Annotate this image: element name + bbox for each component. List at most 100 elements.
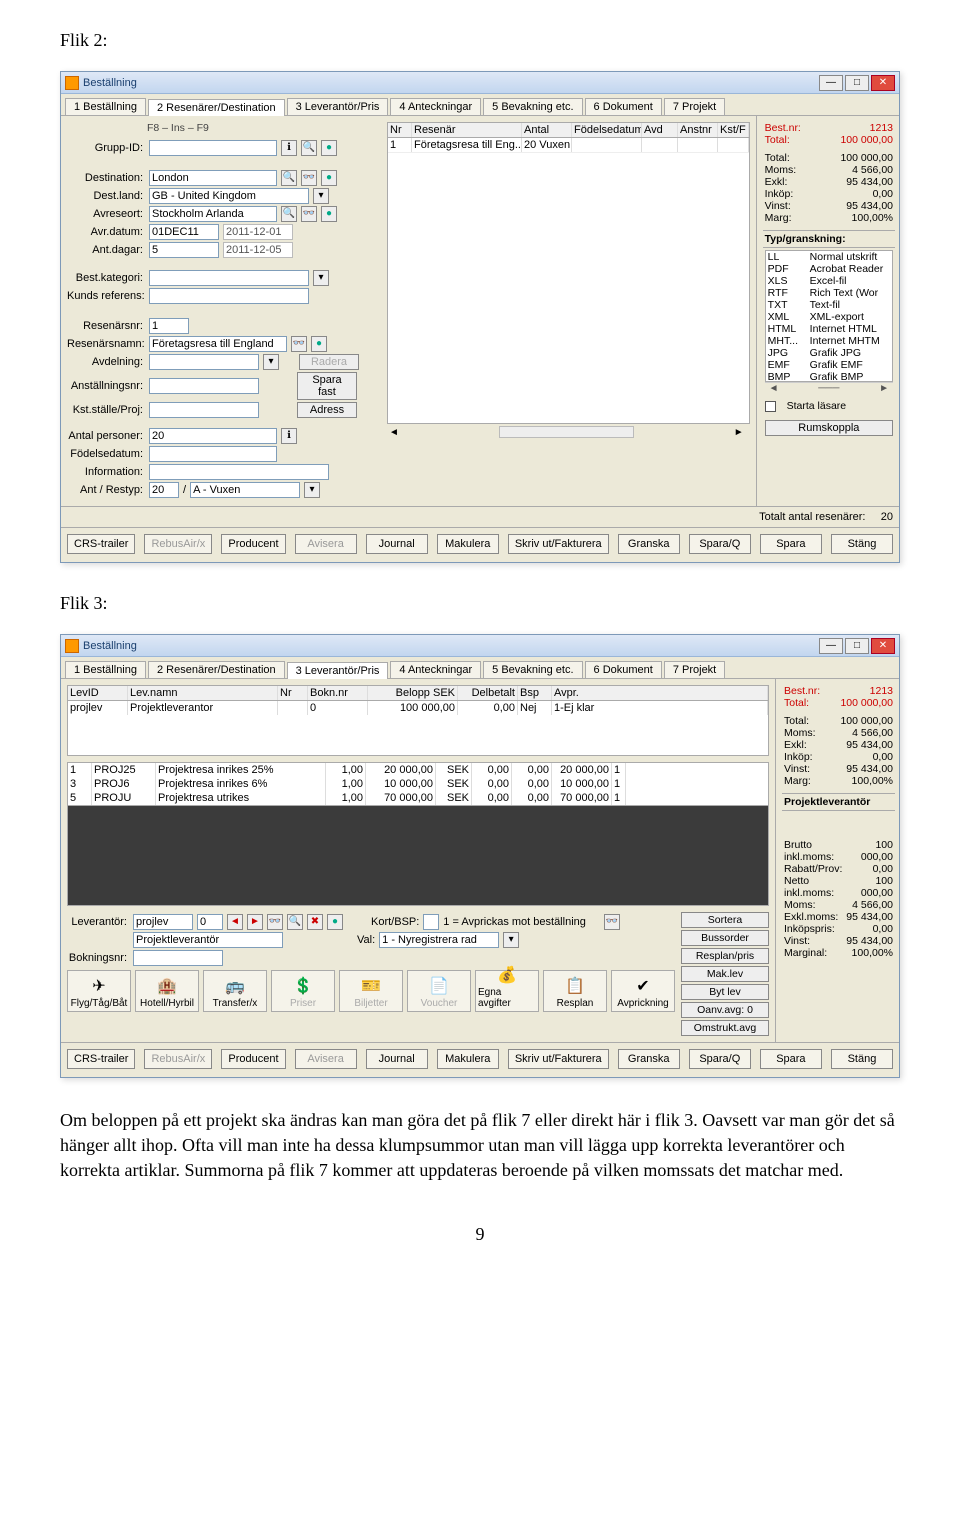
maximize-button[interactable]: □: [845, 75, 869, 91]
input-leverantor[interactable]: projlev: [133, 914, 193, 930]
input-info[interactable]: [149, 464, 329, 480]
btn-producent[interactable]: Producent: [221, 1049, 285, 1069]
btn-journal[interactable]: Journal: [366, 534, 428, 554]
btn-resplan-pris[interactable]: Resplan/pris: [681, 948, 769, 964]
input-avd[interactable]: [149, 354, 259, 370]
scroll-left-icon[interactable]: ◄: [389, 427, 399, 438]
binoculars-icon[interactable]: 👓: [604, 914, 620, 930]
input-destland[interactable]: GB - United Kingdom: [149, 188, 309, 204]
btn-byt-lev[interactable]: Byt lev: [681, 984, 769, 1000]
search-icon[interactable]: 🔍: [287, 914, 303, 930]
tab-projekt[interactable]: 7 Projekt: [664, 661, 725, 678]
maximize-button[interactable]: □: [845, 638, 869, 654]
list-item[interactable]: HTMLInternet HTML: [766, 323, 892, 335]
input-fdatum[interactable]: [149, 446, 277, 462]
input-antrestyp-n[interactable]: 20: [149, 482, 179, 498]
btn-crs-trailer[interactable]: CRS-trailer: [67, 534, 135, 554]
btn-omstrukt-avg[interactable]: Omstrukt.avg: [681, 1020, 769, 1036]
btn-producent[interactable]: Producent: [221, 534, 285, 554]
btn-rebusair-x[interactable]: RebusAir/x: [144, 1049, 212, 1069]
iconbtn-resplan[interactable]: 📋Resplan: [543, 970, 607, 1012]
starta-checkbox[interactable]: [765, 401, 776, 412]
btn-journal[interactable]: Journal: [366, 1049, 428, 1069]
info-icon[interactable]: ℹ: [281, 140, 297, 156]
prev-icon[interactable]: ◄: [227, 914, 243, 930]
input-antpers[interactable]: 20: [149, 428, 277, 444]
tab-leverantor[interactable]: 3 Leverantör/Pris: [287, 662, 389, 679]
dropdown-icon[interactable]: ▾: [304, 482, 320, 498]
table-row[interactable]: 1 Företagsresa till Eng... 20 Vuxen: [388, 138, 749, 153]
dropdown-icon[interactable]: ▾: [313, 188, 329, 204]
tab-resenarer[interactable]: 2 Resenärer/Destination: [148, 661, 285, 678]
tab-bestallning[interactable]: 1 Beställning: [65, 98, 146, 115]
dropdown-icon[interactable]: ▾: [503, 932, 519, 948]
btn-spara[interactable]: Spara: [760, 534, 822, 554]
binoculars-icon[interactable]: 🔍: [301, 140, 317, 156]
tab-bevakning[interactable]: 5 Bevakning etc.: [483, 98, 582, 115]
tab-bevakning[interactable]: 5 Bevakning etc.: [483, 661, 582, 678]
list-item[interactable]: LLNormal utskrift: [766, 251, 892, 263]
btn-makulera[interactable]: Makulera: [437, 534, 499, 554]
btn-skriv-ut-fakturera[interactable]: Skriv ut/Fakturera: [508, 1049, 609, 1069]
dot-icon[interactable]: ●: [311, 336, 327, 352]
binoculars-icon[interactable]: 👓: [267, 914, 283, 930]
close-button[interactable]: ✕: [871, 75, 895, 91]
tab-leverantor[interactable]: 3 Leverantör/Pris: [287, 98, 389, 115]
btn-granska[interactable]: Granska: [618, 534, 680, 554]
info-icon[interactable]: ℹ: [281, 428, 297, 444]
input-antdagar[interactable]: 5: [149, 242, 219, 258]
tab-dokument[interactable]: 6 Dokument: [585, 98, 662, 115]
input-gruppid[interactable]: [149, 140, 277, 156]
dot-icon[interactable]: ●: [327, 914, 343, 930]
minimize-button[interactable]: —: [819, 75, 843, 91]
next-icon[interactable]: ►: [247, 914, 263, 930]
binoculars-icon[interactable]: 👓: [301, 206, 317, 222]
list-item[interactable]: PDFAcrobat Reader: [766, 263, 892, 275]
btn-oanv-avg--0[interactable]: Oanv.avg: 0: [681, 1002, 769, 1018]
delete-icon[interactable]: ✖: [307, 914, 323, 930]
input-bokn[interactable]: [133, 950, 223, 966]
dropdown-icon[interactable]: ▾: [263, 354, 279, 370]
dot-icon[interactable]: ●: [321, 206, 337, 222]
table-row[interactable]: 1PROJ25Projektresa inrikes 25%1,0020 000…: [68, 763, 768, 777]
btn-sortera[interactable]: Sortera: [681, 912, 769, 928]
scrollbar-track[interactable]: [499, 426, 634, 438]
tab-resenarer[interactable]: 2 Resenärer/Destination: [148, 99, 285, 116]
input-antrestyp-code[interactable]: A - Vuxen: [190, 482, 300, 498]
list-item[interactable]: XMLXML-export: [766, 311, 892, 323]
tab-dokument[interactable]: 6 Dokument: [585, 661, 662, 678]
list-item[interactable]: TXTText-fil: [766, 299, 892, 311]
list-item[interactable]: JPGGrafik JPG: [766, 347, 892, 359]
btn-adress[interactable]: Adress: [297, 402, 357, 418]
list-item[interactable]: MHT...Internet MHTM: [766, 335, 892, 347]
search-icon[interactable]: 🔍: [281, 206, 297, 222]
list-item[interactable]: EMFGrafik EMF: [766, 359, 892, 371]
table-row[interactable]: projlev Projektleverantor 0 100 000,00 0…: [68, 701, 768, 715]
btn-bussorder[interactable]: Bussorder: [681, 930, 769, 946]
input-bestkat[interactable]: [149, 270, 309, 286]
input-kst[interactable]: [149, 402, 259, 418]
table-row[interactable]: 3PROJ6Projektresa inrikes 6%1,0010 000,0…: [68, 777, 768, 791]
btn-makulera[interactable]: Makulera: [437, 1049, 499, 1069]
input-lev-num[interactable]: 0: [197, 914, 223, 930]
iconbtn-transfer-x[interactable]: 🚌Transfer/x: [203, 970, 267, 1012]
btn-spara-q[interactable]: Spara/Q: [689, 534, 751, 554]
tab-anteckningar[interactable]: 4 Anteckningar: [390, 98, 481, 115]
input-dest[interactable]: London: [149, 170, 277, 186]
typ-listbox[interactable]: LLNormal utskriftPDFAcrobat ReaderXLSExc…: [765, 250, 893, 382]
iconbtn-hotell-hyrbil[interactable]: 🏨Hotell/Hyrbil: [135, 970, 199, 1012]
btn-mak-lev[interactable]: Mak.lev: [681, 966, 769, 982]
btn-spara[interactable]: Spara: [760, 1049, 822, 1069]
search-icon[interactable]: 🔍: [281, 170, 297, 186]
btn-stäng[interactable]: Stäng: [831, 1049, 893, 1069]
input-avreseort[interactable]: Stockholm Arlanda: [149, 206, 277, 222]
minimize-button[interactable]: —: [819, 638, 843, 654]
btn-avisera[interactable]: Avisera: [295, 1049, 357, 1069]
dropdown-icon[interactable]: ▾: [313, 270, 329, 286]
iconbtn-flyg-tåg-båt[interactable]: ✈Flyg/Tåg/Båt: [67, 970, 131, 1012]
iconbtn-priser[interactable]: 💲Priser: [271, 970, 335, 1012]
close-button[interactable]: ✕: [871, 638, 895, 654]
input-kundref[interactable]: [149, 288, 309, 304]
binoculars-icon[interactable]: 👓: [291, 336, 307, 352]
btn-rumskoppla[interactable]: Rumskoppla: [765, 420, 893, 436]
